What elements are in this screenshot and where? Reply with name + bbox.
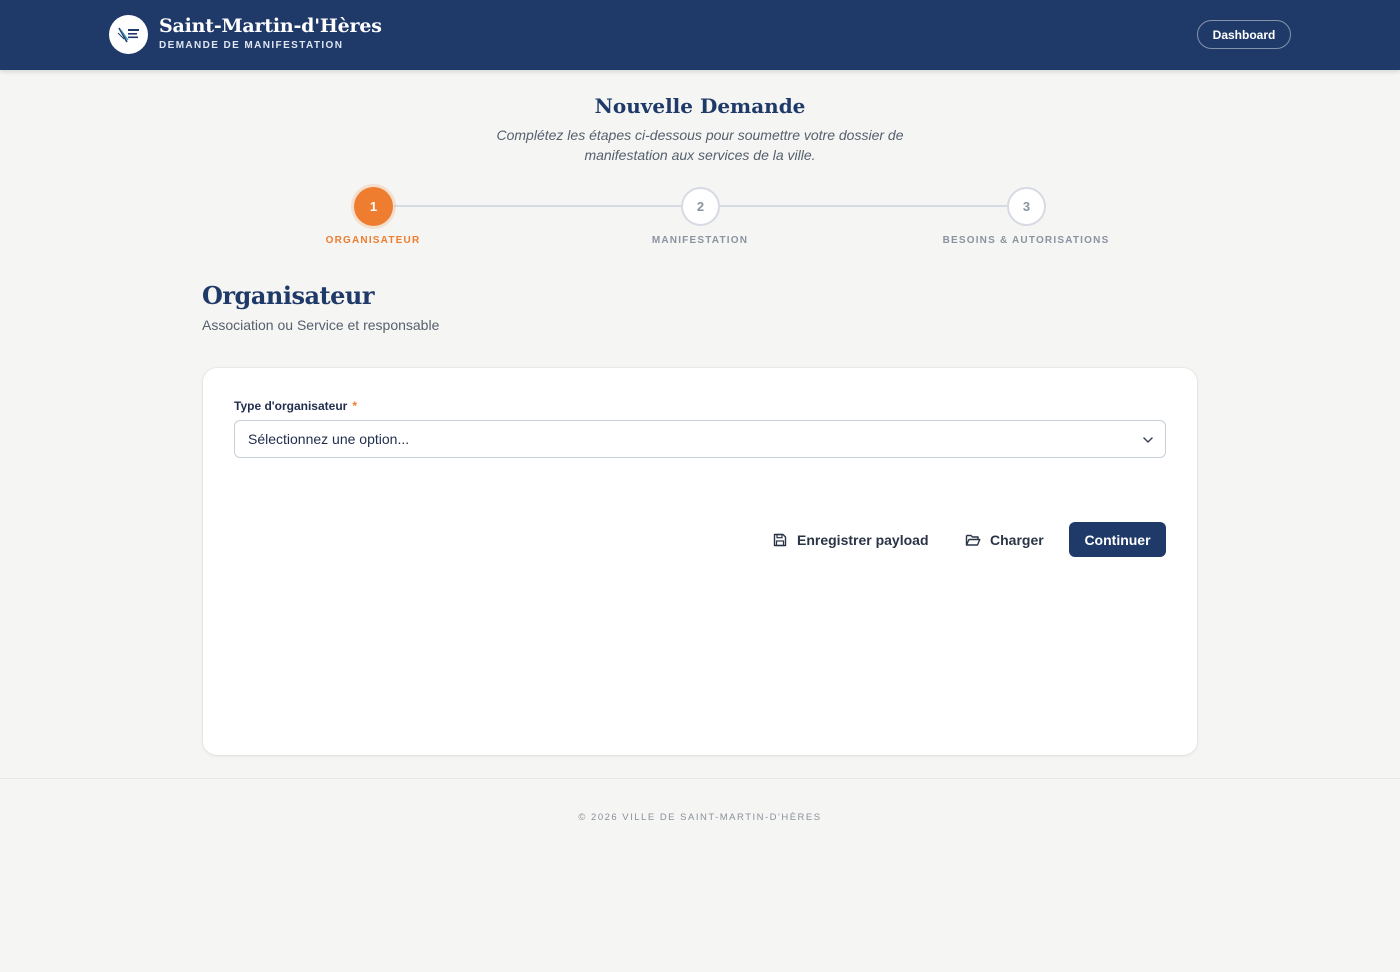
load-button[interactable]: Charger — [965, 522, 1044, 557]
app-subtitle: DEMANDE DE MANIFESTATION — [159, 40, 344, 51]
organizer-type-select[interactable]: Sélectionnez une option... — [234, 420, 1166, 458]
floppy-disk-icon — [773, 533, 787, 546]
top-navbar: Saint-Martin-d'Hères DEMANDE DE MANIFEST… — [0, 0, 1400, 70]
save-payload-label: Enregistrer payload — [797, 531, 929, 548]
organizer-type-label: Type d'organisateur * — [234, 399, 357, 413]
step-2-indicator[interactable]: 2 — [681, 187, 720, 226]
section-title: Organisateur — [202, 281, 374, 310]
continue-button[interactable]: Continuer — [1069, 522, 1166, 557]
city-logo-icon[interactable] — [109, 15, 148, 54]
step-3-indicator[interactable]: 3 — [1007, 187, 1046, 226]
section-subtitle: Association ou Service et responsable — [202, 317, 440, 333]
page-subtitle: Complétez les étapes ci-dessous pour sou… — [496, 127, 904, 163]
step-1-indicator[interactable]: 1 — [354, 187, 393, 226]
folder-open-icon — [965, 534, 981, 546]
step-connector-2-3 — [720, 205, 1008, 207]
load-label: Charger — [990, 531, 1044, 548]
step-3-label: BESOINS & AUTORISATIONS — [942, 235, 1110, 246]
app-title: Saint-Martin-d'Hères — [159, 15, 382, 37]
required-marker: * — [352, 399, 357, 413]
organizer-type-label-text: Type d'organisateur — [234, 399, 348, 413]
organizer-type-value: Sélectionnez une option... — [248, 431, 410, 447]
city-logo-mark — [117, 27, 139, 42]
save-payload-button[interactable]: Enregistrer payload — [772, 522, 929, 557]
step-connector-1-2 — [394, 205, 682, 207]
footer-copyright: © 2026 VILLE DE SAINT-MARTIN-D'HÈRES — [578, 812, 822, 823]
dashboard-button[interactable]: Dashboard — [1197, 20, 1291, 49]
step-1-label: ORGANISATEUR — [325, 235, 421, 246]
page-title: Nouvelle Demande — [594, 94, 806, 118]
chevron-down-icon — [1143, 437, 1153, 443]
form-card: Type d'organisateur * Sélectionnez une op… — [203, 368, 1197, 755]
footer-divider — [0, 778, 1400, 779]
step-2-label: MANIFESTATION — [651, 235, 749, 246]
